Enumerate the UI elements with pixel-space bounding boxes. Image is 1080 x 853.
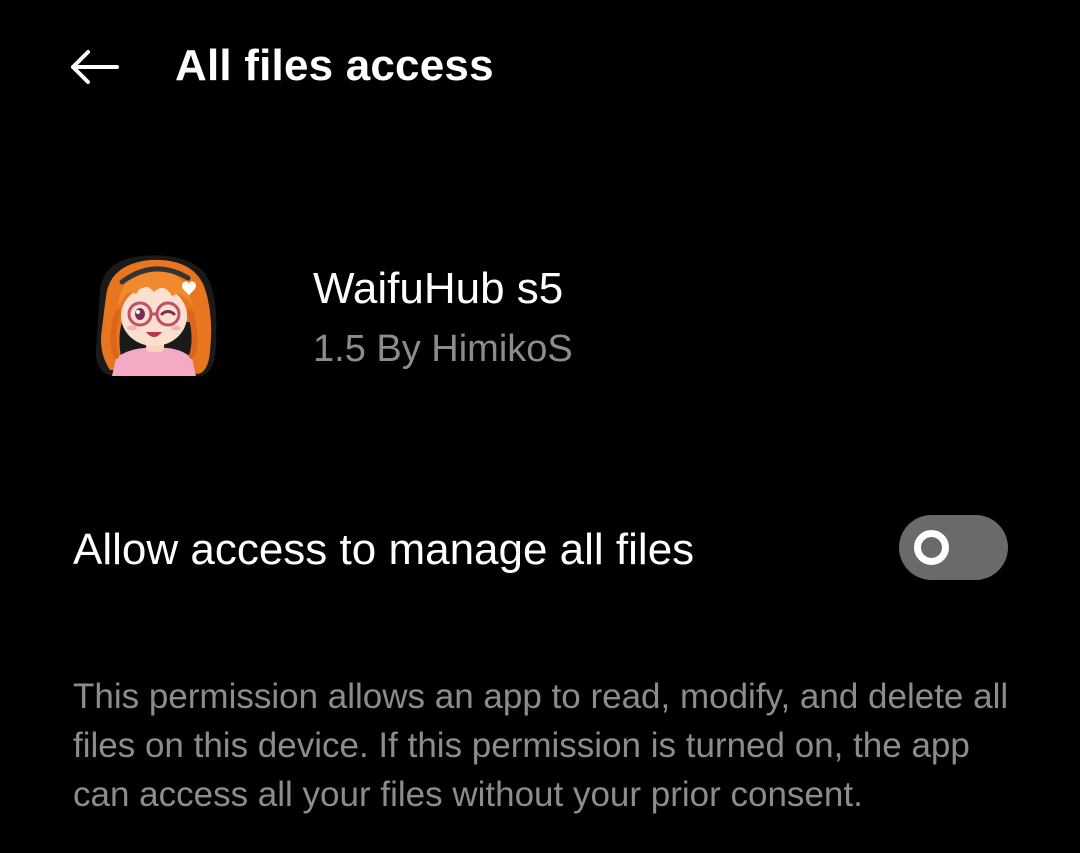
back-arrow-icon	[71, 50, 119, 84]
app-avatar-icon	[92, 252, 220, 378]
manage-all-files-label: Allow access to manage all files	[73, 525, 695, 574]
app-name: WaifuHub s5	[313, 264, 564, 313]
manage-all-files-toggle[interactable]	[899, 515, 1008, 580]
permission-description: This permission allows an app to read, m…	[73, 677, 1009, 814]
app-version-author: 1.5 By HimikoS	[313, 328, 573, 370]
manage-all-files-setting[interactable]: Allow access to manage all files	[0, 500, 1080, 600]
page-title: All files access	[175, 41, 494, 90]
back-button[interactable]	[58, 36, 130, 98]
toggle-knob	[914, 530, 949, 565]
